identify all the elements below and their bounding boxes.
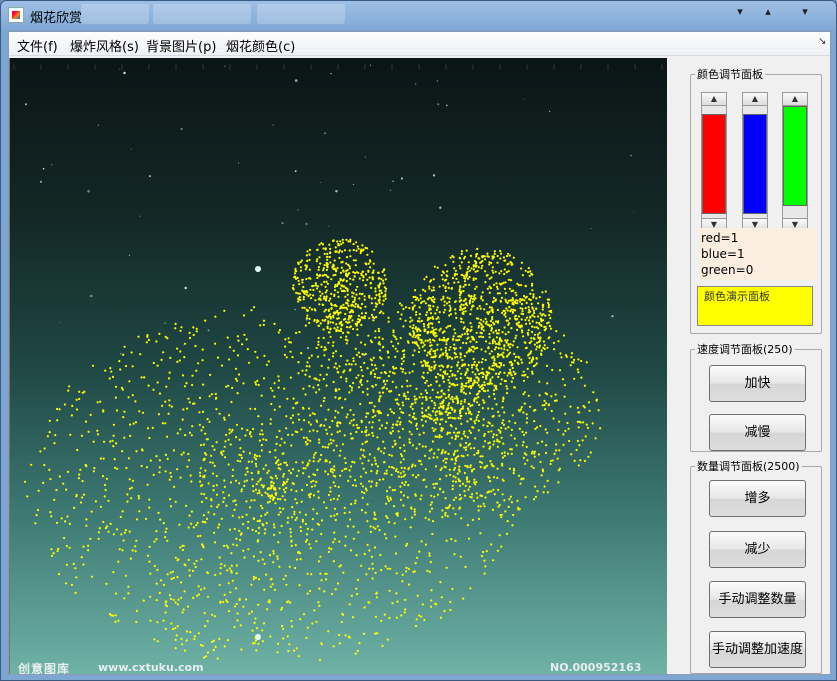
blue-swatch (743, 114, 767, 214)
watermark-logo: 创意图库 (18, 662, 71, 674)
slow-down-button[interactable]: 减慢 (709, 414, 806, 451)
blue-slider[interactable]: ▲ ▼ (742, 92, 768, 232)
watermark-url: www.cxtuku.com (98, 661, 204, 674)
speed-up-button[interactable]: 加快 (709, 365, 806, 402)
count-adjust-panel: 数量调节面板(2500) 增多 减少 手动调整数量 手动调整加速度 (690, 458, 822, 674)
menu-explosion-style[interactable]: 爆炸风格(s) (70, 36, 139, 55)
firework-scene (24, 64, 635, 662)
menu-bar: 文件(f) 爆炸风格(s) 背景图片(p) 烟花颜色(c) ↘ (9, 32, 830, 56)
speed-panel-legend: 速度调节面板(250) (697, 343, 793, 356)
red-value: red=1 (701, 231, 739, 245)
demo-panel-legend: 颜色演示面板 (704, 290, 770, 303)
red-swatch (702, 114, 726, 214)
control-panel: 颜色调节面板 ▲ ▼ ▲ ▼ ▲ ▼ red=1 blue=1 green=0 … (669, 58, 830, 674)
green-slider[interactable]: ▲ ▼ (782, 92, 808, 232)
close-button[interactable]: ▾ (783, 3, 827, 21)
maximize-button[interactable]: ▴ (755, 3, 781, 21)
menu-dock-icon[interactable]: ↘ (818, 36, 826, 47)
rgb-readout: red=1 blue=1 green=0 (699, 228, 816, 280)
red-slider-track[interactable] (701, 106, 727, 218)
green-slider-up-icon[interactable]: ▲ (782, 92, 808, 106)
decrease-button[interactable]: 减少 (709, 531, 806, 568)
green-value: green=0 (701, 263, 754, 277)
figure-client-area: 文件(f) 爆炸风格(s) 背景图片(p) 烟花颜色(c) ↘ 创意图库 www… (8, 31, 831, 675)
red-slider-up-icon[interactable]: ▲ (701, 92, 727, 106)
watermark-number: NO.000952163 (550, 661, 642, 674)
green-swatch (783, 106, 807, 206)
blue-slider-track[interactable] (742, 106, 768, 218)
firework-particles (24, 238, 602, 662)
matlab-figure-icon (8, 7, 24, 23)
count-panel-legend: 数量调节面板(2500) (697, 460, 800, 473)
window-title: 烟花欣赏 (30, 11, 83, 26)
red-slider[interactable]: ▲ ▼ (701, 92, 727, 232)
green-slider-track[interactable] (782, 106, 808, 218)
app-window: 烟花欣赏 ▾ ▴ ▾ 文件(f) 爆炸风格(s) 背景图片(p) 烟花颜色(c)… (0, 0, 837, 681)
speed-adjust-panel: 速度调节面板(250) 加快 减慢 (690, 341, 822, 452)
axis-ruler (13, 64, 663, 70)
color-panel-legend: 颜色调节面板 (697, 68, 763, 81)
menu-firework-color[interactable]: 烟花颜色(c) (226, 36, 295, 55)
color-demo-panel: 颜色演示面板 (697, 286, 813, 326)
blue-value: blue=1 (701, 247, 745, 261)
title-bar[interactable]: 烟花欣赏 ▾ ▴ ▾ (1, 1, 836, 29)
background-taskbar-blur (81, 4, 149, 24)
color-adjust-panel: 颜色调节面板 ▲ ▼ ▲ ▼ ▲ ▼ red=1 blue=1 green=0 … (690, 66, 822, 334)
increase-button[interactable]: 增多 (709, 480, 806, 517)
menu-file[interactable]: 文件(f) (17, 36, 58, 55)
background-taskbar-blur (257, 4, 345, 24)
background-taskbar-blur (153, 4, 251, 24)
menu-background-image[interactable]: 背景图片(p) (146, 36, 216, 55)
firework-canvas[interactable]: 创意图库 www.cxtuku.com NO.000952163 (9, 58, 667, 674)
blue-slider-up-icon[interactable]: ▲ (742, 92, 768, 106)
manual-acceleration-button[interactable]: 手动调整加速度 (709, 631, 806, 668)
minimize-button[interactable]: ▾ (727, 3, 753, 21)
manual-count-button[interactable]: 手动调整数量 (709, 581, 806, 618)
